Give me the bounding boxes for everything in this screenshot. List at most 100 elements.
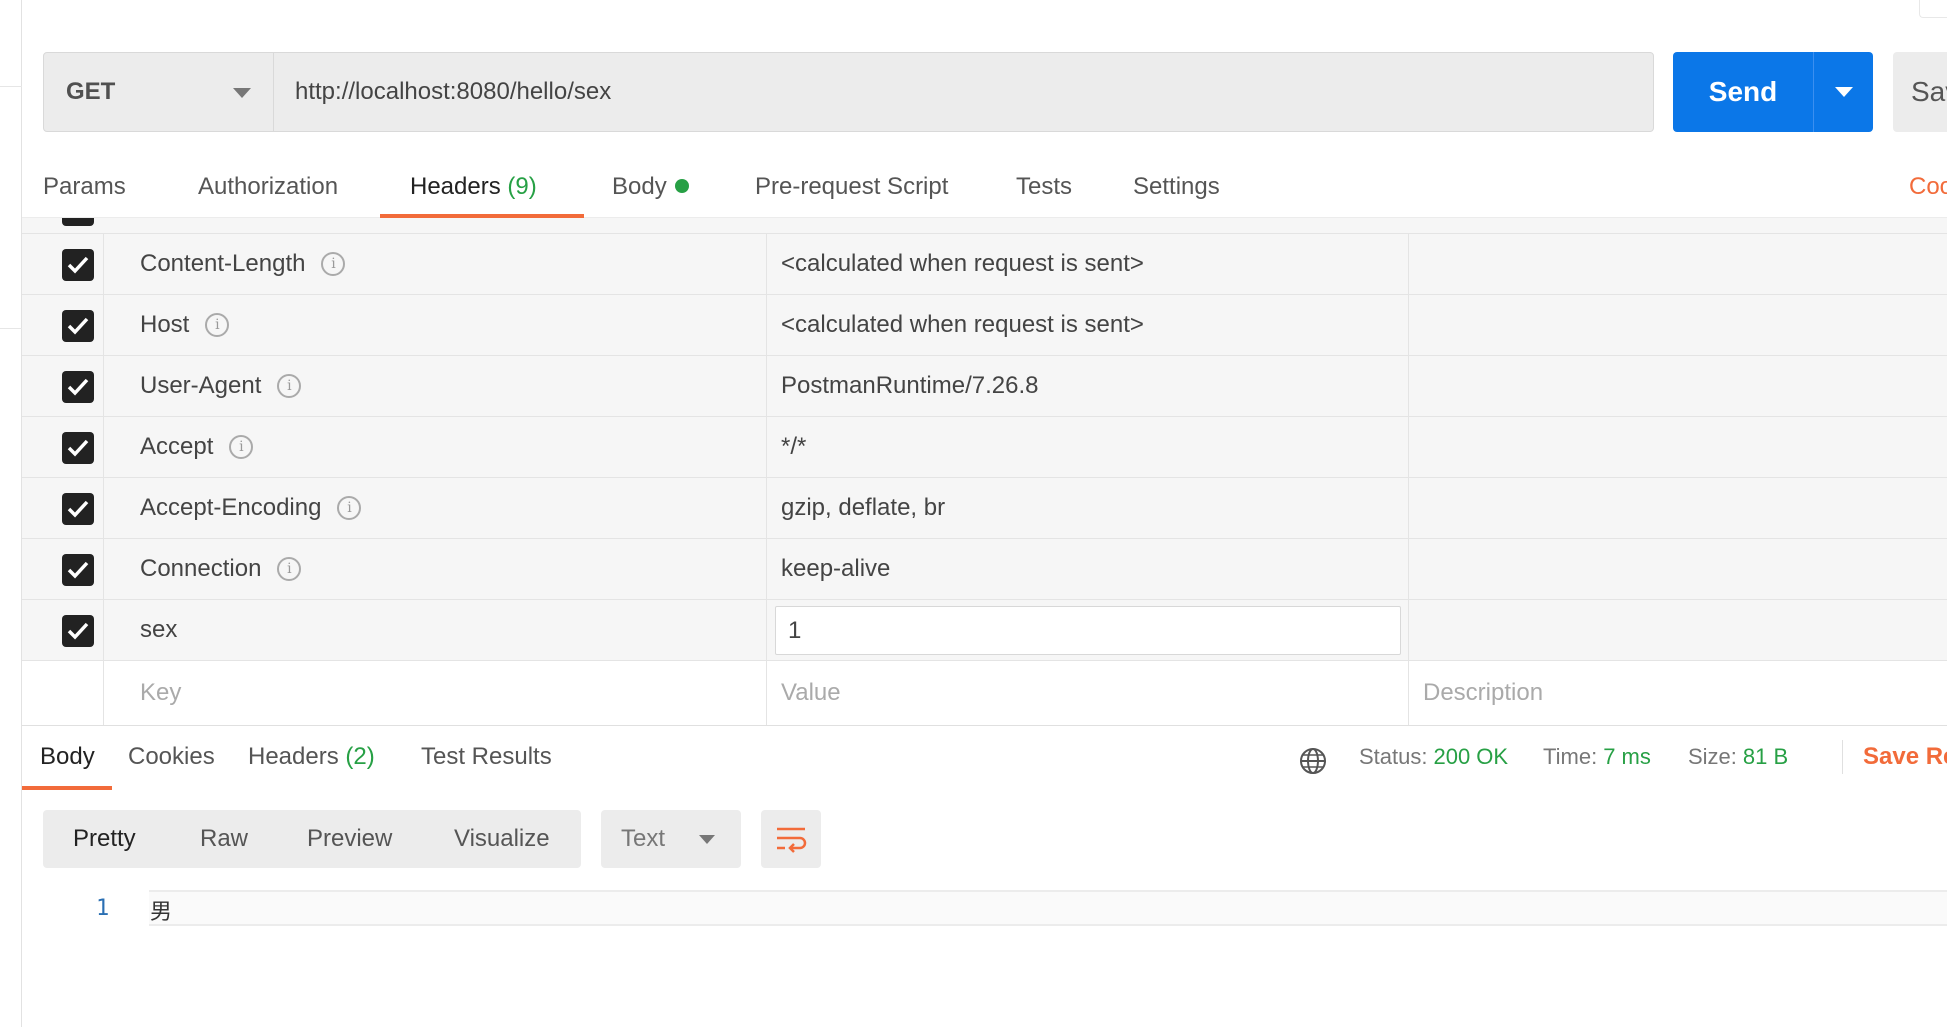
key-input[interactable]: Key	[104, 661, 767, 725]
check-cell	[22, 356, 104, 416]
url-input[interactable]: http://localhost:8080/hello/sex	[274, 53, 1653, 131]
checkbox[interactable]	[62, 432, 94, 464]
globe-icon[interactable]	[1298, 746, 1328, 776]
view-preview-button[interactable]: Preview	[307, 825, 392, 853]
headers-count-badge: (2)	[345, 743, 375, 770]
response-tab-cookies[interactable]: Cookies	[128, 740, 215, 790]
header-key[interactable]: Accept-Encoding i	[104, 478, 767, 538]
header-value[interactable]: keep-alive	[767, 539, 1409, 599]
table-row: Connection i keep-alive	[22, 539, 1947, 600]
wrap-lines-button[interactable]	[761, 810, 821, 868]
header-key[interactable]: Accept i	[104, 417, 767, 477]
time-value: 7 ms	[1603, 744, 1651, 769]
info-icon[interactable]: i	[205, 313, 230, 337]
response-tab-test-results[interactable]: Test Results	[421, 740, 552, 790]
tab-authorization[interactable]: Authorization	[198, 170, 338, 218]
header-description[interactable]	[1409, 234, 1947, 294]
check-cell	[22, 539, 104, 599]
header-description[interactable]	[1409, 600, 1947, 660]
checkbox[interactable]	[62, 371, 94, 403]
checkbox[interactable]	[62, 554, 94, 586]
value-input[interactable]: Value	[767, 661, 1409, 725]
table-row	[22, 218, 1947, 234]
header-key[interactable]: Connection i	[104, 539, 767, 599]
check-cell	[22, 417, 104, 477]
view-pretty-button[interactable]: Pretty	[73, 825, 136, 853]
table-row: Accept i */*	[22, 417, 1947, 478]
header-value[interactable]: <calculated when request is sent>	[767, 234, 1409, 294]
request-url-bar: GET http://localhost:8080/hello/sex	[43, 52, 1654, 132]
check-icon	[67, 561, 89, 579]
header-value[interactable]: PostmanRuntime/7.26.8	[767, 356, 1409, 416]
format-select[interactable]: Text	[601, 810, 741, 868]
header-value[interactable]: gzip, deflate, br	[767, 478, 1409, 538]
response-tab-headers[interactable]: Headers (2)	[248, 740, 375, 790]
description-input[interactable]: Description	[1409, 661, 1947, 725]
send-options-button[interactable]	[1814, 52, 1873, 132]
format-label: Text	[621, 825, 666, 852]
response-view-selector: Pretty Raw Preview Visualize	[43, 810, 581, 868]
time-indicator[interactable]: Time: 7 ms	[1543, 740, 1651, 774]
tab-label: Params	[43, 173, 126, 200]
header-description[interactable]	[1409, 295, 1947, 355]
info-icon[interactable]: i	[337, 496, 362, 520]
tab-pre-request-script[interactable]: Pre-request Script	[755, 170, 948, 218]
cookies-link[interactable]: Cooki	[1909, 170, 1947, 204]
header-key-text: User-Agent	[140, 372, 262, 399]
table-row-new: Key Value Description	[22, 661, 1947, 725]
header-description[interactable]	[1409, 539, 1947, 599]
check-icon	[67, 439, 89, 457]
checkbox[interactable]	[62, 218, 94, 226]
save-button[interactable]: Sav	[1893, 52, 1947, 132]
wrap-lines-icon	[777, 827, 807, 853]
check-icon	[67, 500, 89, 518]
check-cell	[22, 661, 104, 725]
info-icon[interactable]: i	[277, 374, 302, 398]
send-button-group: Send	[1673, 52, 1873, 132]
checkbox[interactable]	[62, 615, 94, 647]
header-value[interactable]: */*	[767, 417, 1409, 477]
status-label: Status:	[1359, 744, 1428, 769]
checkbox[interactable]	[62, 310, 94, 342]
view-visualize-button[interactable]: Visualize	[454, 825, 550, 853]
tab-headers[interactable]: Headers (9)	[380, 170, 584, 218]
send-button[interactable]: Send	[1673, 52, 1813, 132]
sidebar-divider	[0, 328, 22, 329]
header-key[interactable]: sex	[104, 600, 767, 660]
view-raw-button[interactable]: Raw	[200, 825, 248, 853]
status-dot-icon	[674, 179, 689, 193]
header-value-input[interactable]: 1	[775, 606, 1401, 655]
tab-label: Settings	[1133, 173, 1220, 200]
header-description[interactable]	[1409, 356, 1947, 416]
top-right-corner-control[interactable]	[1919, 0, 1947, 18]
table-row: Accept-Encoding i gzip, deflate, br	[22, 478, 1947, 539]
header-description[interactable]	[1409, 478, 1947, 538]
method-select[interactable]: GET	[44, 53, 274, 131]
save-response-button[interactable]: Save Resp	[1842, 740, 1947, 774]
headers-count-badge: (9)	[507, 173, 537, 200]
header-key[interactable]: Content-Length i	[104, 234, 767, 294]
tab-body[interactable]: Body	[612, 170, 689, 218]
header-value[interactable]: <calculated when request is sent>	[767, 295, 1409, 355]
header-key[interactable]: User-Agent i	[104, 356, 767, 416]
chevron-down-icon	[1834, 87, 1853, 97]
size-indicator[interactable]: Size: 81 B	[1688, 740, 1788, 774]
time-label: Time:	[1543, 744, 1598, 769]
tab-params[interactable]: Params	[43, 170, 126, 218]
check-cell	[22, 234, 104, 294]
response-tab-body[interactable]: Body	[22, 740, 112, 790]
tab-label: Authorization	[198, 173, 339, 200]
header-key-text: Host	[140, 311, 190, 338]
checkbox[interactable]	[62, 249, 94, 281]
header-description[interactable]	[1409, 417, 1947, 477]
checkbox[interactable]	[62, 493, 94, 525]
info-icon[interactable]: i	[277, 557, 302, 581]
tab-label: Tests	[1016, 173, 1073, 200]
response-body-editor[interactable]: 1 男	[22, 888, 1947, 1027]
tab-settings[interactable]: Settings	[1133, 170, 1220, 218]
tab-tests[interactable]: Tests	[1016, 170, 1072, 218]
status-indicator[interactable]: Status: 200 OK	[1359, 740, 1508, 774]
info-icon[interactable]: i	[321, 252, 346, 276]
info-icon[interactable]: i	[229, 435, 254, 459]
header-key[interactable]: Host i	[104, 295, 767, 355]
